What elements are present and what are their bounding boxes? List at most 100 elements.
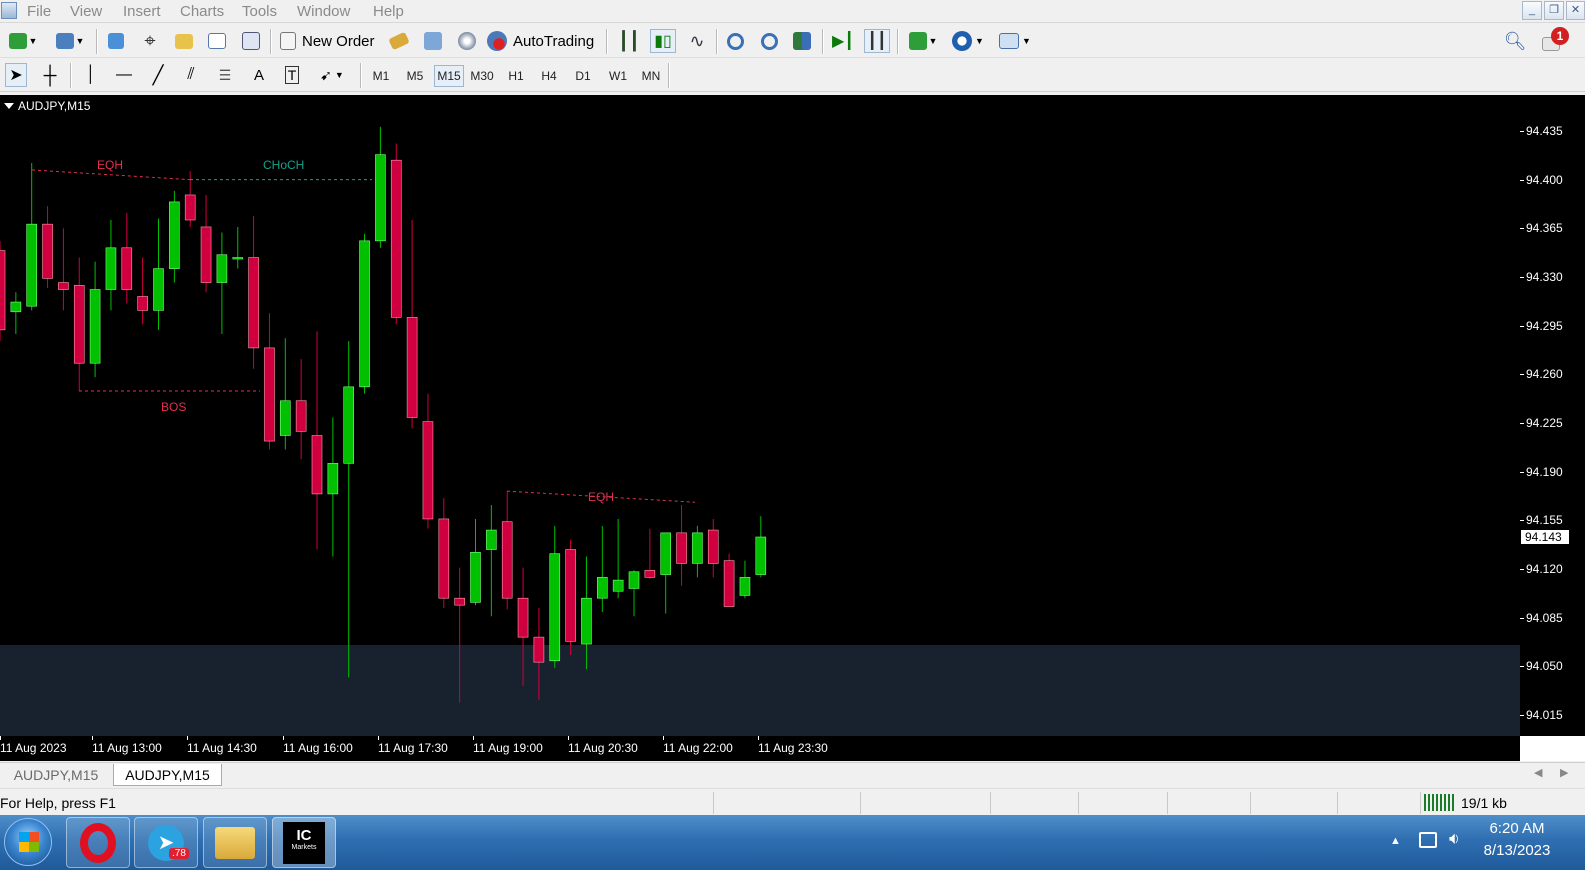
crosshair-button[interactable]: ┼ — [39, 63, 61, 87]
bullish-candle — [375, 154, 386, 242]
profiles-button[interactable]: ▼ — [50, 29, 90, 53]
new-order-label: New Order — [302, 32, 375, 50]
new-order-button[interactable]: New Order — [280, 29, 380, 53]
arrows-button[interactable]: ➹ ▼ — [314, 63, 350, 87]
taskbar-file-explorer[interactable] — [203, 817, 267, 868]
ic-markets-logo-text: IC — [296, 826, 312, 844]
bar-chart-button[interactable]: ┃┃ — [617, 29, 641, 53]
menu-help[interactable]: Help — [373, 3, 404, 20]
equidistant-channel-button[interactable]: ⫽ — [180, 63, 202, 87]
eqh-right-label: EQH — [588, 490, 615, 504]
strategy-tester-button[interactable] — [239, 29, 263, 53]
bullish-candle — [153, 268, 164, 311]
timeframe-m15[interactable]: M15 — [434, 65, 464, 87]
fibonacci-button[interactable]: ☰ — [214, 63, 236, 87]
windows-taskbar: ➤ .78 IC Markets ▲ 🔉︎ 6:20 AM 8/13/2023 — [0, 815, 1585, 870]
signals-button[interactable] — [421, 29, 445, 53]
auto-scroll-button[interactable]: ▶┃ — [831, 29, 855, 53]
standard-toolbar: ▼ ▼ ⌖ New Order AutoTrading ┃┃ ▮▯ ∿ ▶┃ ┃… — [0, 24, 1585, 58]
bullish-candle — [628, 571, 640, 589]
bearish-candle — [58, 282, 69, 290]
timeframe-m5[interactable]: M5 — [401, 65, 429, 87]
taskbar-opera[interactable] — [66, 817, 130, 868]
app-logo-icon[interactable] — [1, 2, 17, 19]
text-label-button[interactable]: T — [281, 63, 303, 87]
price-scale[interactable]: 94.435 94.400 94.365 94.330 94.295 94.26… — [1520, 95, 1585, 736]
taskbar-ic-markets[interactable]: IC Markets — [272, 817, 336, 868]
periods-button[interactable]: ▼ — [949, 29, 987, 53]
templates-button[interactable]: ▼ — [996, 29, 1034, 53]
timeframe-h1[interactable]: H1 — [503, 65, 529, 87]
horizontal-line-button[interactable]: — — [113, 63, 135, 87]
show-hidden-icons-arrow[interactable]: ▲ — [1390, 835, 1401, 847]
bullish-candle — [692, 532, 703, 564]
menu-window[interactable]: Window — [297, 3, 350, 20]
menu-tools[interactable]: Tools — [242, 3, 277, 20]
menu-charts[interactable]: Charts — [180, 3, 224, 20]
new-chart-button[interactable]: ▼ — [4, 29, 42, 53]
crosshair-icon: ┼ — [43, 64, 57, 85]
menu-bar: File View Insert Charts Tools Window Hel… — [0, 0, 1585, 23]
time-label: 11 Aug 20:30 — [568, 741, 638, 755]
zoom-out-button[interactable] — [757, 29, 781, 53]
chart-shift-button[interactable]: ┃┃ — [864, 29, 890, 53]
start-button[interactable] — [4, 818, 52, 866]
tile-windows-button[interactable] — [790, 29, 814, 53]
timeframe-h4[interactable]: H4 — [536, 65, 562, 87]
search-button[interactable]: 🔍︎ — [1503, 29, 1527, 53]
timeframe-w1[interactable]: W1 — [604, 65, 632, 87]
zoom-out-icon — [760, 32, 778, 50]
zoom-in-button[interactable] — [723, 29, 747, 53]
bearish-candle — [311, 435, 323, 495]
timeframe-m30[interactable]: M30 — [467, 65, 497, 87]
text-label-icon: T — [284, 66, 300, 84]
time-scale[interactable]: 11 Aug 2023 11 Aug 13:00 11 Aug 14:30 11… — [0, 736, 1520, 761]
taskbar-telegram[interactable]: ➤ .78 — [134, 817, 198, 868]
bar-chart-icon: ┃┃ — [618, 30, 640, 51]
volume-icon[interactable]: 🔉︎ — [1449, 829, 1460, 849]
network-icon[interactable] — [1419, 832, 1437, 848]
bullish-candle — [470, 552, 481, 603]
indicators-button[interactable]: ▼ — [905, 29, 941, 53]
line-studies-toolbar: ➤ ┼ │ — ╱ ⫽ ☰ A T ➹ ▼ M1 M5 M15 M30 H1 H4… — [0, 58, 1585, 92]
price-label: 94.295 — [1526, 319, 1563, 333]
candlestick-button[interactable]: ▮▯ — [650, 29, 676, 53]
vertical-line-icon: │ — [86, 66, 96, 83]
trendline-button[interactable]: ╱ — [147, 63, 169, 87]
menu-file[interactable]: File — [27, 3, 51, 20]
menu-view[interactable]: View — [70, 3, 102, 20]
chart-tab[interactable]: AUDJPY,M15 — [0, 764, 112, 786]
market-button[interactable] — [455, 29, 479, 53]
navigator-button[interactable] — [172, 29, 196, 53]
text-button[interactable]: A — [248, 63, 270, 87]
bullish-candle — [739, 577, 751, 596]
tab-scroll-left-icon[interactable]: ◀ — [1534, 766, 1542, 779]
restore-button[interactable]: ❐ — [1544, 1, 1564, 20]
bearish-candle — [295, 400, 307, 432]
metaeditor-button[interactable] — [387, 29, 411, 53]
minimize-button[interactable]: _ — [1522, 1, 1542, 20]
system-clock[interactable]: 6:20 AM 8/13/2023 — [1477, 818, 1557, 862]
chart-symbol-title[interactable]: AUDJPY,M15 — [4, 99, 90, 113]
bullish-candle — [359, 240, 370, 388]
market-watch-button[interactable] — [104, 29, 128, 53]
autotrading-button[interactable]: AutoTrading — [487, 29, 602, 53]
menu-insert[interactable]: Insert — [123, 3, 161, 20]
line-chart-button[interactable]: ∿ — [685, 29, 709, 53]
close-button[interactable]: ✕ — [1566, 1, 1585, 20]
opera-icon — [80, 822, 116, 863]
chart-area[interactable]: AUDJPY,M15 EQH CHoCH BOS EQH — [0, 95, 1520, 736]
notifications-button[interactable]: 1 — [1537, 27, 1569, 53]
terminal-button[interactable] — [205, 29, 229, 53]
tab-scroll-right-icon[interactable]: ▶ — [1560, 766, 1568, 779]
timeframe-d1[interactable]: D1 — [570, 65, 596, 87]
cursor-icon: ➤ — [9, 67, 23, 84]
vertical-line-button[interactable]: │ — [80, 63, 102, 87]
chart-tab-active[interactable]: AUDJPY,M15 — [113, 764, 222, 786]
cursor-button[interactable]: ➤ — [5, 63, 27, 87]
timeframe-mn[interactable]: MN — [637, 65, 665, 87]
data-window-button[interactable]: ⌖ — [138, 29, 162, 53]
profiles-icon — [55, 33, 74, 49]
timeframe-m1[interactable]: M1 — [367, 65, 395, 87]
bearish-candle — [517, 597, 529, 638]
